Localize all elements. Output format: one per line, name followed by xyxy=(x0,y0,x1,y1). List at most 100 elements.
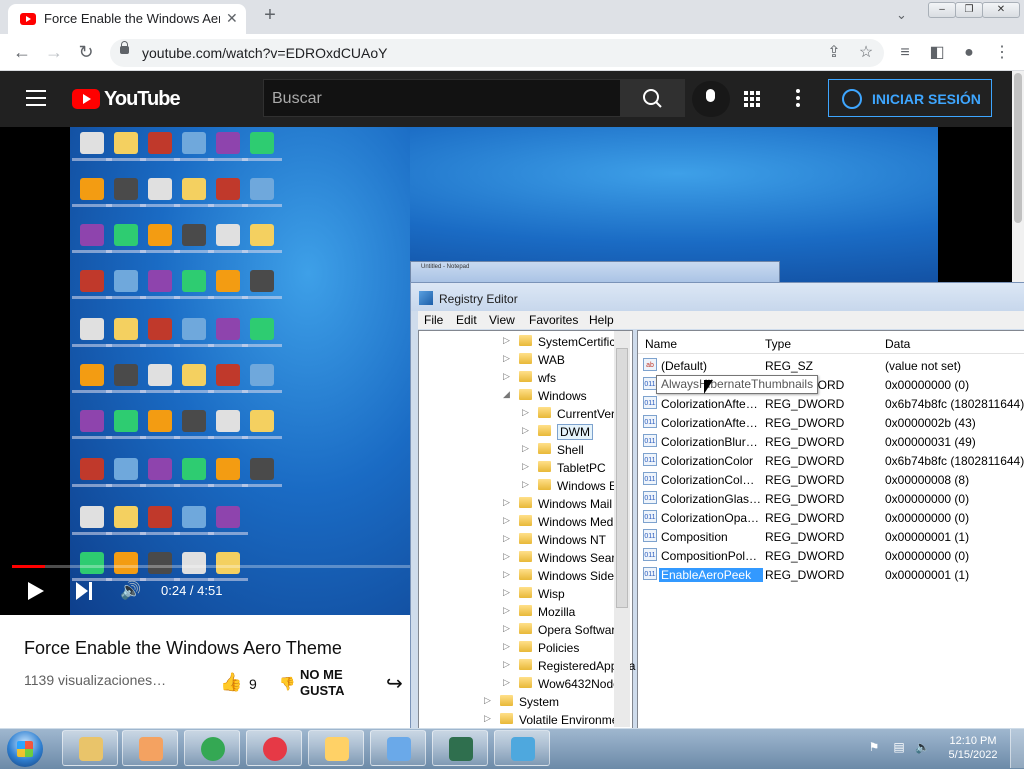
expand-arrow-icon[interactable]: ▷ xyxy=(503,569,510,580)
more-options-icon[interactable] xyxy=(796,89,800,110)
column-type[interactable]: Type xyxy=(765,337,791,351)
apps-grid-icon[interactable] xyxy=(744,91,760,107)
column-data[interactable]: Data xyxy=(885,337,910,351)
menu-favorites[interactable]: Favorites xyxy=(529,313,578,327)
maximize-button[interactable]: ❐ xyxy=(955,2,983,18)
search-box[interactable] xyxy=(263,79,621,117)
tab-close-icon[interactable]: ✕ xyxy=(226,10,238,27)
expand-arrow-icon[interactable]: ▷ xyxy=(522,425,529,436)
like-count[interactable]: 9 xyxy=(249,676,257,692)
taskbar-explorer-button[interactable] xyxy=(62,730,118,766)
taskbar-opera-button[interactable] xyxy=(246,730,302,766)
expand-arrow-icon[interactable]: ▷ xyxy=(503,371,510,382)
expand-arrow-icon[interactable]: ▷ xyxy=(503,605,510,616)
desktop-shortcut-icon xyxy=(250,410,274,432)
expand-arrow-icon[interactable]: ▷ xyxy=(503,497,510,508)
volume-icon[interactable]: 🔊 xyxy=(120,581,142,601)
expand-arrow-icon[interactable]: ▷ xyxy=(503,623,510,634)
lock-icon[interactable] xyxy=(120,41,129,54)
browser-tab[interactable]: Force Enable the Windows Aero ✕ xyxy=(8,4,246,34)
registry-value-row[interactable]: 011 ColorizationOpa… REG_DWORD 0x00000000 (… xyxy=(643,508,1024,527)
desktop-shortcut-icon xyxy=(182,410,206,432)
registry-value-row[interactable]: 011 Composition REG_DWORD 0x00000001 (1) xyxy=(643,527,1024,546)
next-video-icon[interactable] xyxy=(76,582,94,600)
back-arrow-icon[interactable]: ← xyxy=(10,40,34,64)
profile-icon[interactable]: ● xyxy=(957,41,981,65)
dislike-button[interactable]: NO ME GUSTA xyxy=(300,667,345,699)
media-queue-icon[interactable]: ≡ xyxy=(893,41,917,65)
search-button[interactable] xyxy=(621,79,685,117)
menu-file[interactable]: File xyxy=(424,313,443,327)
page-scrollbar-thumb[interactable] xyxy=(1014,73,1022,223)
reload-icon[interactable]: ↻ xyxy=(74,40,98,64)
taskbar-regedit-button[interactable] xyxy=(494,730,550,766)
new-tab-button[interactable]: + xyxy=(258,4,282,27)
video-player-right[interactable] xyxy=(410,127,1012,283)
view-count[interactable]: 1139 visualizaciones… xyxy=(24,672,166,688)
registry-value-row[interactable]: ab (Default) REG_SZ (value not set) xyxy=(643,356,1024,375)
expand-arrow-icon[interactable]: ▷ xyxy=(503,353,510,364)
close-window-button[interactable]: ✕ xyxy=(982,2,1020,18)
youtube-logo-text[interactable]: YouTube xyxy=(104,88,181,111)
menu-view[interactable]: View xyxy=(489,313,515,327)
taskbar-screen-button[interactable] xyxy=(432,730,488,766)
column-name[interactable]: Name xyxy=(645,337,677,351)
expand-arrow-icon[interactable]: ▷ xyxy=(484,713,491,724)
menu-help[interactable]: Help xyxy=(589,313,614,327)
expand-arrow-icon[interactable]: ▷ xyxy=(522,407,529,418)
video-progress-bar[interactable] xyxy=(12,565,410,568)
search-input[interactable] xyxy=(270,86,614,112)
sign-in-button[interactable]: INICIAR SESIÓN xyxy=(828,79,992,117)
desktop-shortcut-icon xyxy=(114,132,138,154)
expand-arrow-icon[interactable]: ▷ xyxy=(503,515,510,526)
action-center-flag-icon[interactable]: ⚑ xyxy=(867,740,881,754)
expand-arrow-icon[interactable]: ▷ xyxy=(484,695,491,706)
hamburger-menu-icon[interactable] xyxy=(26,90,46,111)
side-panel-icon[interactable]: ◧ xyxy=(925,41,949,65)
dislike-icon[interactable]: 👎 xyxy=(279,676,295,692)
taskbar-chrome-button[interactable] xyxy=(184,730,240,766)
taskbar-control-panel-button[interactable] xyxy=(370,730,426,766)
expand-arrow-icon[interactable]: ▷ xyxy=(522,479,529,490)
like-icon[interactable]: 👍 xyxy=(220,672,242,692)
minimize-button[interactable]: – xyxy=(928,2,956,18)
play-icon[interactable] xyxy=(28,582,44,600)
youtube-logo-icon[interactable] xyxy=(72,89,100,109)
registry-value-row[interactable]: 011 ColorizationColor REG_DWORD 0x6b74b8fc … xyxy=(643,451,1024,470)
registry-value-row[interactable]: 011 ColorizationAfte… REG_DWORD 0x6b74b8fc … xyxy=(643,394,1024,413)
address-bar[interactable]: youtube.com/watch?v=EDROxdCUAoY xyxy=(110,39,884,67)
tab-search-icon[interactable]: ⌄ xyxy=(896,7,907,23)
taskbar-messenger-button[interactable] xyxy=(308,730,364,766)
expand-arrow-icon[interactable]: ◢ xyxy=(503,389,510,400)
expand-arrow-icon[interactable]: ▷ xyxy=(503,641,510,652)
expand-arrow-icon[interactable]: ▷ xyxy=(503,533,510,544)
browser-menu-icon[interactable]: ⋮ xyxy=(990,41,1014,65)
tree-scrollbar-thumb[interactable] xyxy=(616,348,628,608)
expand-arrow-icon[interactable]: ▷ xyxy=(503,659,510,670)
desktop-shortcut-label xyxy=(242,436,282,439)
share-icon[interactable]: ⇪ xyxy=(822,41,846,65)
taskbar-clock[interactable]: 12:10 PM 5/15/2022 xyxy=(940,734,1006,762)
registry-value-row[interactable]: 011 ColorizationBlur… REG_DWORD 0x00000031 … xyxy=(643,432,1024,451)
speaker-icon[interactable]: 🔈 xyxy=(915,740,930,754)
start-button[interactable] xyxy=(7,731,43,767)
registry-value-row[interactable]: 011 EnableAeroPeek REG_DWORD 0x00000001 (1) xyxy=(643,565,1024,584)
share-arrow-icon[interactable]: ↪ xyxy=(386,671,403,696)
menu-edit[interactable]: Edit xyxy=(456,313,477,327)
registry-value-row[interactable]: 011 ColorizationCol… REG_DWORD 0x00000008 (… xyxy=(643,470,1024,489)
forward-arrow-icon[interactable]: → xyxy=(42,40,66,64)
expand-arrow-icon[interactable]: ▷ xyxy=(503,587,510,598)
bookmark-star-icon[interactable]: ☆ xyxy=(854,41,878,65)
expand-arrow-icon[interactable]: ▷ xyxy=(522,461,529,472)
show-desktop-button[interactable] xyxy=(1010,729,1024,768)
expand-arrow-icon[interactable]: ▷ xyxy=(503,677,510,688)
expand-arrow-icon[interactable]: ▷ xyxy=(503,335,510,346)
url-text[interactable]: youtube.com/watch?v=EDROxdCUAoY xyxy=(142,45,388,61)
registry-value-row[interactable]: 011 ColorizationAfte… REG_DWORD 0x0000002b … xyxy=(643,413,1024,432)
taskbar-media-player-button[interactable] xyxy=(122,730,178,766)
network-icon[interactable]: ▤ xyxy=(892,740,906,754)
registry-value-row[interactable]: 011 ColorizationGlas… REG_DWORD 0x00000000 … xyxy=(643,489,1024,508)
registry-value-row[interactable]: 011 CompositionPol… REG_DWORD 0x00000000 (0… xyxy=(643,546,1024,565)
expand-arrow-icon[interactable]: ▷ xyxy=(503,551,510,562)
expand-arrow-icon[interactable]: ▷ xyxy=(522,443,529,454)
